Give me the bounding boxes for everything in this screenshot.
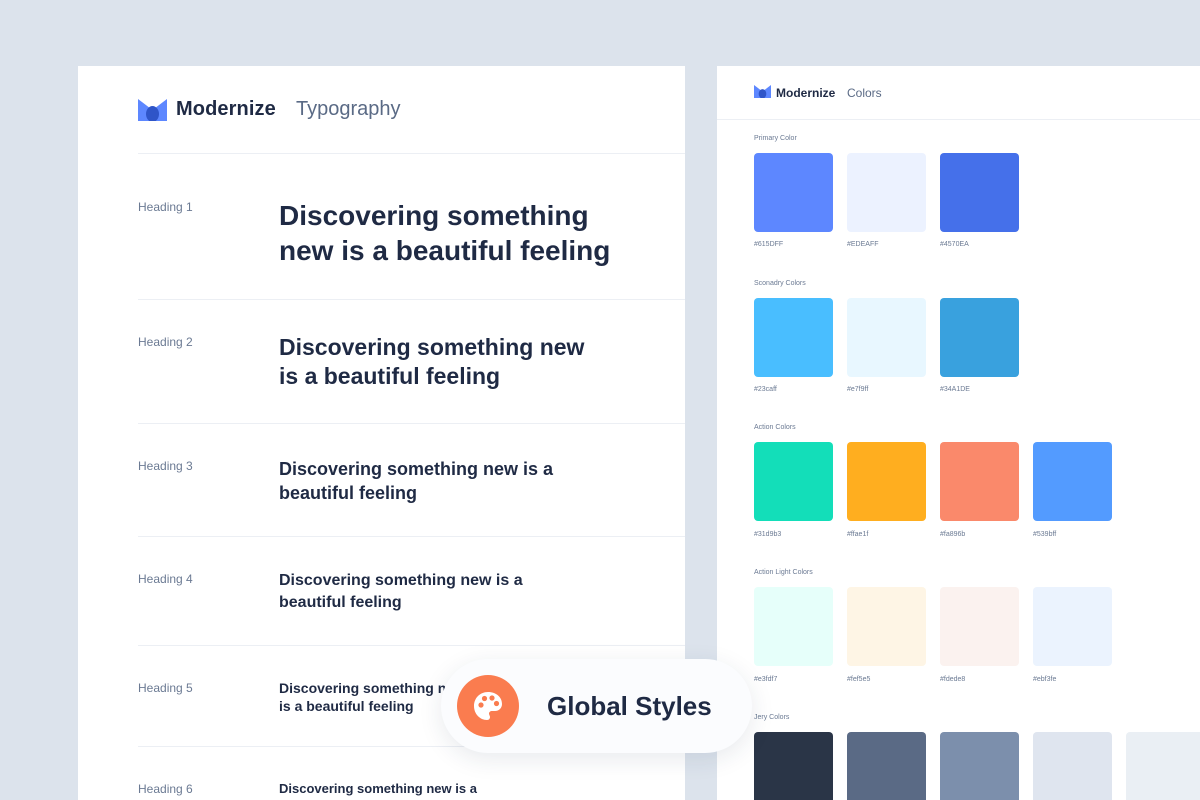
heading-1-sample: Discovering something new is a beautiful…: [279, 200, 611, 266]
heading-4-label: Heading 4: [138, 572, 193, 586]
heading-4-sample: Discovering something new is a beautiful…: [279, 572, 523, 611]
heading-3-label: Heading 3: [138, 459, 193, 473]
color-swatch[interactable]: [847, 298, 926, 377]
brand-name: Modernize: [176, 98, 276, 120]
color-hex-label: #31d9b3: [754, 531, 782, 538]
heading-5-label: Heading 5: [138, 681, 193, 695]
divider: [138, 536, 685, 537]
color-hex-label: #ffae1f: [847, 531, 869, 538]
color-swatch[interactable]: [940, 442, 1019, 521]
divider: [138, 153, 685, 154]
divider: [138, 423, 685, 424]
palette-badge: [457, 675, 519, 737]
modernize-logo-icon: [138, 99, 167, 121]
color-swatch[interactable]: [754, 732, 833, 800]
colors-panel: Modernize Colors Primary Color #615DFF #…: [717, 66, 1200, 800]
color-hex-label: #539bff: [1033, 531, 1057, 538]
heading-6-label: Heading 6: [138, 782, 193, 796]
divider: [138, 645, 685, 646]
color-swatch[interactable]: [940, 298, 1019, 377]
heading-6-sample: Discovering something new is a beautiful…: [279, 781, 477, 800]
color-hex-label: #615DFF: [754, 241, 784, 248]
color-hex-label: #e3fdf7: [754, 676, 778, 683]
primary-color-label: Primary Color: [754, 135, 797, 142]
page-title: Typography: [296, 98, 401, 120]
heading-3-sample: Discovering something new is a beautiful…: [279, 459, 554, 503]
color-swatch[interactable]: [847, 442, 926, 521]
global-styles-title: Global Styles: [547, 691, 712, 721]
color-hex-label: #EDEAFF: [847, 241, 879, 248]
heading-2-label: Heading 2: [138, 335, 193, 349]
color-swatch[interactable]: [940, 587, 1019, 666]
color-swatch[interactable]: [1033, 442, 1112, 521]
palette-icon: [474, 692, 502, 720]
page-title: Colors: [847, 86, 882, 100]
brand-name: Modernize: [776, 86, 836, 100]
color-hex-label: #34A1DE: [940, 386, 970, 393]
color-hex-label: #fef5e5: [847, 676, 871, 683]
color-swatch[interactable]: [1033, 587, 1112, 666]
color-swatch[interactable]: [847, 732, 926, 800]
color-swatch[interactable]: [940, 153, 1019, 232]
color-swatch[interactable]: [754, 442, 833, 521]
heading-2-sample: Discovering something new is a beautiful…: [279, 334, 585, 389]
grey-colors-label: Jery Colors: [754, 714, 790, 721]
color-swatch[interactable]: [847, 587, 926, 666]
color-hex-label: #e7f9ff: [847, 386, 869, 393]
color-swatch[interactable]: [940, 732, 1019, 800]
color-swatch[interactable]: [847, 153, 926, 232]
color-hex-label: #fa896b: [940, 531, 966, 538]
color-swatch[interactable]: [754, 298, 833, 377]
secondary-colors-label: Sconadry Colors: [754, 280, 806, 287]
divider: [138, 299, 685, 300]
action-colors-label: Action Colors: [754, 424, 796, 431]
color-swatch[interactable]: [754, 587, 833, 666]
color-hex-label: #23caff: [754, 386, 777, 393]
color-swatch[interactable]: [754, 153, 833, 232]
color-hex-label: #ebf3fe: [1033, 676, 1057, 683]
modernize-logo-icon: [754, 85, 771, 98]
global-styles-pill[interactable]: Global Styles: [441, 659, 752, 753]
divider: [717, 119, 1200, 120]
color-hex-label: #fdede8: [940, 676, 966, 683]
color-hex-label: #4570EA: [940, 241, 969, 248]
heading-1-label: Heading 1: [138, 200, 193, 214]
color-swatch[interactable]: [1033, 732, 1112, 800]
action-light-colors-label: Action Light Colors: [754, 569, 813, 576]
color-swatch[interactable]: [1126, 732, 1200, 800]
